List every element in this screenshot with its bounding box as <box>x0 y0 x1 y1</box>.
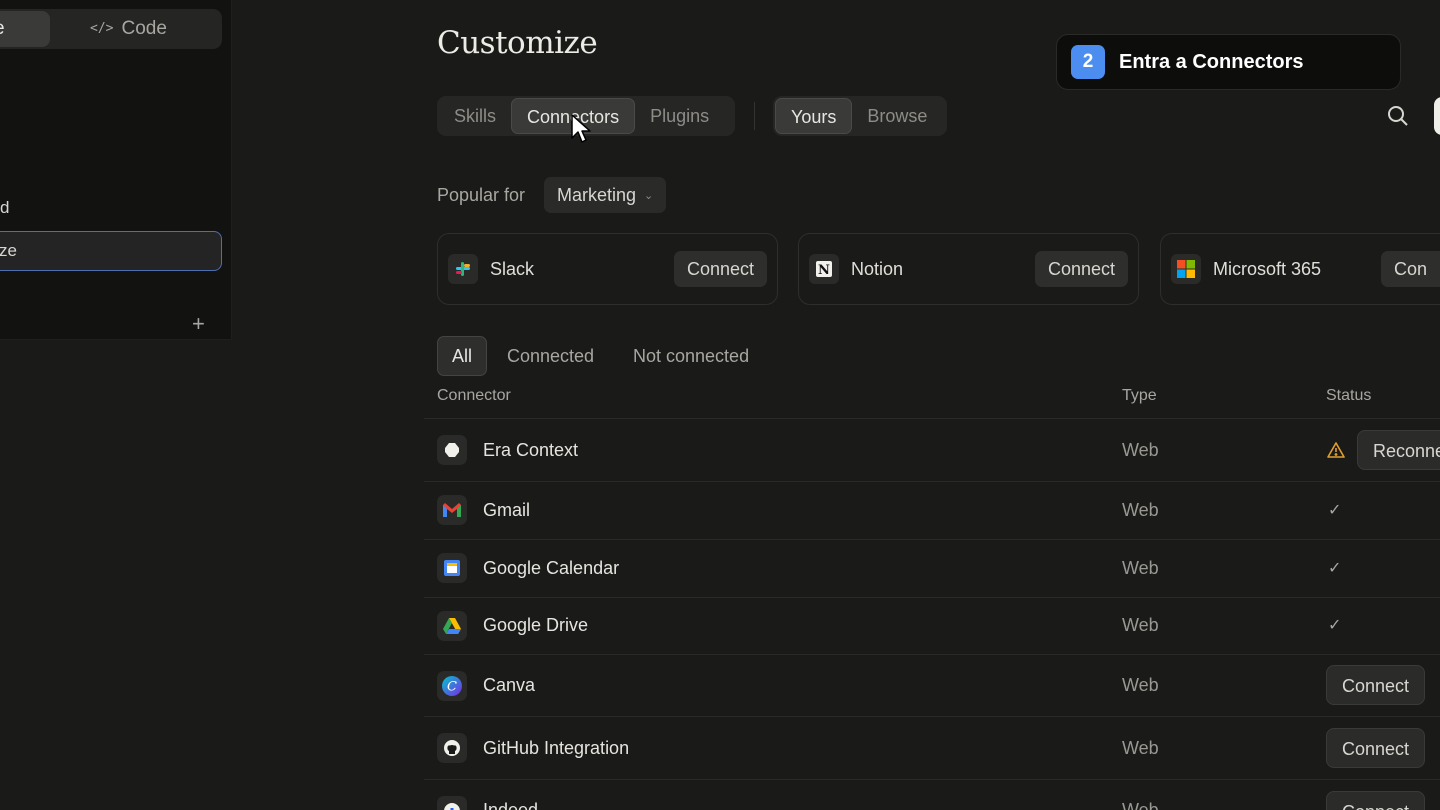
card-name: Notion <box>851 258 904 279</box>
connector-name: Google Drive <box>483 615 589 635</box>
connector-name: Google Calendar <box>483 558 620 578</box>
sidebar-item-customize[interactable]: ze <box>0 231 222 271</box>
connect-button[interactable]: Connect <box>1326 728 1426 768</box>
microsoft-365-icon <box>1171 254 1201 284</box>
column-header-type: Type <box>1122 387 1157 404</box>
category-dropdown[interactable]: Marketing ⌄ <box>544 177 667 213</box>
connector-type: Web <box>1122 800 1159 810</box>
gmail-icon <box>437 495 467 525</box>
google-calendar-icon <box>437 553 467 583</box>
check-icon: ✓ <box>1328 617 1342 634</box>
connect-button[interactable]: Connect <box>1034 251 1128 287</box>
connector-name: Era Context <box>483 440 579 460</box>
svg-text:N: N <box>818 263 830 278</box>
mouse-cursor-icon <box>571 114 591 143</box>
page-title: Customize <box>437 25 598 61</box>
card-name: Slack <box>490 258 535 279</box>
tab-plugins[interactable]: Plugins <box>635 98 724 134</box>
popular-card-slack: Slack Connect <box>437 233 778 305</box>
check-icon: ✓ <box>1328 560 1342 577</box>
connect-button[interactable]: Connect <box>673 251 767 287</box>
mode-chat-button[interactable]: e <box>0 11 50 47</box>
scope-tabs: Yours Browse <box>773 96 947 136</box>
popular-card-microsoft-365: Microsoft 365 Con <box>1160 233 1440 305</box>
connector-name: Indeed <box>483 800 539 810</box>
github-icon <box>437 733 467 763</box>
warning-icon <box>1327 442 1345 458</box>
connector-name: GitHub Integration <box>483 738 630 758</box>
code-icon: </> <box>90 21 114 36</box>
tab-browse[interactable]: Browse <box>852 98 942 134</box>
step-banner: 2 Entra a Connectors <box>1056 34 1401 90</box>
add-icon[interactable]: + <box>192 311 205 337</box>
connector-name: Canva <box>483 675 536 695</box>
connector-type: Web <box>1122 675 1159 695</box>
notion-icon: N <box>809 254 839 284</box>
sidebar-item[interactable]: d <box>0 198 9 218</box>
filter-connected[interactable]: Connected <box>507 336 594 376</box>
table-row[interactable]: C Canva Web Connect <box>424 654 1440 716</box>
mode-code-button[interactable]: </> Code <box>90 9 167 49</box>
column-header-connector: Connector <box>437 387 511 404</box>
step-instruction: Entra a Connectors <box>1119 50 1304 73</box>
connector-name: Gmail <box>483 500 531 520</box>
reconnect-button[interactable]: Reconne <box>1357 430 1440 470</box>
connect-button[interactable]: Con <box>1380 251 1440 287</box>
connector-type: Web <box>1122 500 1159 520</box>
check-icon: ✓ <box>1328 502 1342 519</box>
table-row[interactable]: Indeed Web Connect <box>424 779 1440 810</box>
canva-icon: C <box>437 671 467 701</box>
google-drive-icon <box>437 611 467 641</box>
table-row[interactable]: Google Drive Web ✓ <box>424 597 1440 654</box>
connect-button[interactable]: Connect <box>1326 665 1426 705</box>
connector-type: Web <box>1122 615 1159 635</box>
table-row[interactable]: Era Context Web Reconne <box>424 418 1440 481</box>
category-dropdown-value: Marketing <box>557 184 637 205</box>
connector-type: Web <box>1122 558 1159 578</box>
table-row[interactable]: GitHub Integration Web Connect <box>424 716 1440 779</box>
step-number-badge: 2 <box>1071 45 1105 79</box>
mode-switch: e </> Code <box>0 9 222 49</box>
search-icon[interactable] <box>1386 104 1410 128</box>
connector-type: Web <box>1122 440 1159 460</box>
card-name: Microsoft 365 <box>1213 258 1322 279</box>
primary-action-button[interactable] <box>1434 97 1440 135</box>
tab-yours[interactable]: Yours <box>775 98 853 134</box>
chevron-down-icon: ⌄ <box>644 189 654 202</box>
filter-all[interactable]: All <box>437 336 488 376</box>
popular-card-notion: N Notion Connect <box>798 233 1139 305</box>
mode-code-label: Code <box>121 18 167 39</box>
tab-skills[interactable]: Skills <box>439 98 511 134</box>
connector-type: Web <box>1122 738 1159 758</box>
era-context-icon <box>437 435 467 465</box>
table-row[interactable]: Gmail Web ✓ <box>424 481 1440 539</box>
popular-for-label: Popular for <box>437 185 526 205</box>
svg-text:C: C <box>447 680 457 695</box>
slack-icon <box>448 254 478 284</box>
connect-button[interactable]: Connect <box>1326 791 1426 810</box>
tabs-divider <box>754 102 755 130</box>
column-header-status: Status <box>1326 387 1372 404</box>
sidebar: e </> Code d ze + <box>0 0 232 340</box>
filter-not-connected[interactable]: Not connected <box>633 336 749 376</box>
table-row[interactable]: Google Calendar Web ✓ <box>424 539 1440 597</box>
indeed-icon <box>437 796 467 810</box>
